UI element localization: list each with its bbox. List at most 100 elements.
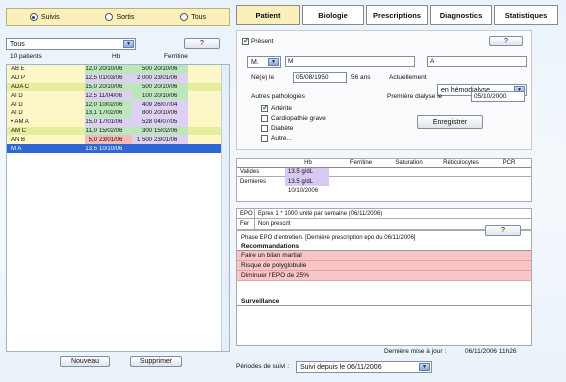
table-row[interactable]: ADA C 15,0 20/10/06 500 20/10/06 <box>7 82 229 92</box>
patient-list-panel: Suivis Sortis Tous Tous ▼ ? 10 patients … <box>6 8 230 368</box>
hb-cell-group: 12,5 01/03/06 <box>85 73 132 83</box>
patient-table: AB E 12,0 20/10/06 500 20/10/06 AD P 12,5 01/03… <box>6 64 230 352</box>
checkbox[interactable] <box>261 134 268 142</box>
patient-filter-select[interactable]: Tous ▼ <box>6 38 136 50</box>
bio-col-hb: Hb <box>304 160 312 166</box>
hb-cell-group: 13,5 10/10/06 <box>85 144 132 153</box>
ferritine-cell-group: 100 20/10/06 <box>132 91 188 101</box>
pathology-checkbox-item[interactable]: Autre... <box>261 133 326 143</box>
cell-hb-date: 11/04/06 <box>99 92 122 99</box>
checkbox[interactable] <box>261 124 268 132</box>
checkbox[interactable] <box>261 114 268 122</box>
filter-radio-group: Suivis Sortis Tous <box>6 8 230 26</box>
table-row[interactable]: AN B 5,0 23/01/06 1 500 23/01/06 <box>7 135 229 145</box>
ferritine-cell-group: 528 04/07/05 <box>132 117 188 127</box>
cell-ferritine: 800 <box>141 110 152 117</box>
new-patient-button[interactable]: Nouveau <box>60 356 110 367</box>
hb-cell-group: 12,5 11/04/06 <box>85 91 132 101</box>
help-button[interactable]: ? <box>184 38 220 49</box>
cell-name: AN B <box>11 136 26 143</box>
bio-hb-date: 10/10/2006 <box>288 187 319 194</box>
pathology-checkbox-item[interactable]: Diabète <box>261 123 326 133</box>
select-value: M. <box>251 58 259 66</box>
patient-form: Présent ? M. ▼ M A Né(e) le 05/08/1950 5… <box>236 30 532 150</box>
cell-hb-date: 10/10/06 <box>99 145 123 152</box>
first-name-input[interactable]: A <box>427 56 527 67</box>
ferritine-cell-group: 2 000 23/01/06 <box>132 73 188 83</box>
checkbox[interactable] <box>242 36 250 45</box>
reco-help-button[interactable]: ? <box>485 225 521 236</box>
cell-ferr-date: 04/07/05 <box>154 119 178 126</box>
pathology-checkbox-item[interactable]: Artérite <box>261 103 326 113</box>
recommendations-panel: ? Phase EPO d'entretien. [Dernière presc… <box>236 225 532 346</box>
save-button[interactable]: Enregistrer <box>417 115 483 129</box>
chevron-down-icon[interactable]: ▼ <box>123 40 134 48</box>
radio-dot[interactable] <box>180 13 189 21</box>
delete-button-label: Supprimer <box>139 358 173 365</box>
periods-select[interactable]: Suivi depuis le 06/11/2006 ▼ <box>296 361 432 373</box>
chevron-down-icon[interactable]: ▼ <box>419 363 430 371</box>
tab-patient[interactable]: Patient <box>236 5 300 25</box>
delete-patient-button[interactable]: Supprimer <box>130 356 182 367</box>
cell-hb-date: 10/02/06 <box>99 101 123 108</box>
cell-name: AI D <box>11 101 23 108</box>
cell-ferr-date: 23/01/06 <box>154 136 178 143</box>
epo-label: EPO <box>237 208 255 219</box>
hb-cell-group: 12,0 20/10/06 <box>85 65 132 74</box>
present-checkbox[interactable]: Présent <box>242 36 273 45</box>
patient-table-scrollbar[interactable] <box>221 65 229 351</box>
chevron-down-icon[interactable]: ▼ <box>268 58 279 66</box>
ferritine-cell-group: 500 20/10/06 <box>132 65 188 74</box>
bio-row-dernieres: Dernieres 13.5 g/dL <box>237 177 531 186</box>
cell-hb-date: 20/10/06 <box>99 83 123 90</box>
table-row[interactable]: AI D 12,5 11/04/06 100 20/10/06 <box>7 91 229 101</box>
cell-ferritine: 2 000 <box>136 75 152 82</box>
radio-dot[interactable] <box>29 13 38 21</box>
cell-ferritine: 1 500 <box>136 136 152 143</box>
birth-date-input[interactable]: 05/08/1950 <box>293 72 347 83</box>
last-name-input[interactable]: M <box>285 56 415 67</box>
tab-label: Biologie <box>318 10 348 20</box>
civility-select[interactable]: M. ▼ <box>247 56 281 68</box>
table-row[interactable]: AD P 12,5 01/03/06 2 000 23/01/06 <box>7 73 229 83</box>
form-help-button[interactable]: ? <box>489 36 523 46</box>
cell-ferr-date: 26/07/04 <box>154 101 178 108</box>
hb-cell-group: 15,0 20/10/06 <box>85 82 132 92</box>
cell-ferritine: 500 <box>141 66 152 73</box>
cell-name: AD P <box>11 75 26 82</box>
first-dialysis-input[interactable]: 05/10/2000 <box>471 91 525 102</box>
epo-value: Eprex 1 * 1000 unité par semaine (06/11/… <box>258 210 383 217</box>
tab-diagnostics[interactable]: Diagnostics <box>430 5 492 25</box>
birth-label: Né(e) le <box>251 74 275 81</box>
col-header-hb: Hb <box>112 53 121 60</box>
table-row[interactable]: AM C 11,0 15/02/06 300 15/02/06 <box>7 126 229 136</box>
radio-sortis[interactable]: Sortis <box>105 13 134 21</box>
radio-tous[interactable]: Tous <box>180 13 206 21</box>
tab-statistiques[interactable]: Statistiques <box>494 5 558 25</box>
cell-ferr-date: 15/02/06 <box>154 127 178 134</box>
fer-value: Non prescrit <box>258 221 291 227</box>
pathology-checkbox-item[interactable]: Cardiopathie grave <box>261 113 326 123</box>
cell-ferritine: 528 <box>141 119 152 126</box>
hb-cell-group: 15,0 17/01/06 <box>85 117 132 127</box>
cell-hb: 11,0 <box>85 127 97 134</box>
cell-ferr-date: 20/10/06 <box>154 110 178 117</box>
table-row[interactable]: AI D 12,0 10/02/06 409 26/07/04 <box>7 100 229 109</box>
hb-cell-group: 12,0 10/02/06 <box>85 100 132 109</box>
table-row[interactable]: • AM A 15,0 17/01/06 528 04/07/05 <box>7 117 229 127</box>
tab-biologie[interactable]: Biologie <box>302 5 364 25</box>
cell-hb: 5,0 <box>88 136 97 143</box>
table-row[interactable]: M A 13,5 10/10/06 <box>7 144 229 153</box>
pathology-label: Artérite <box>271 104 292 112</box>
table-row[interactable]: AI D 13,1 17/02/06 800 20/10/06 <box>7 108 229 118</box>
table-row[interactable]: AB E 12,0 20/10/06 500 20/10/06 <box>7 65 229 74</box>
tab-prescriptions[interactable]: Prescriptions <box>366 5 428 25</box>
checkbox[interactable] <box>261 103 269 112</box>
cell-hb: 12,5 <box>85 92 97 99</box>
recommendations-list: Faire un bilan martial Risque de polyglob… <box>237 251 531 281</box>
cell-name: • AM A <box>11 119 29 126</box>
radio-suivis[interactable]: Suivis <box>29 13 60 21</box>
radio-dot[interactable] <box>105 13 114 21</box>
help-button-label: ? <box>501 227 505 234</box>
biology-summary-table: Hb Ferritine Saturation Réticulocytes PC… <box>236 158 532 202</box>
